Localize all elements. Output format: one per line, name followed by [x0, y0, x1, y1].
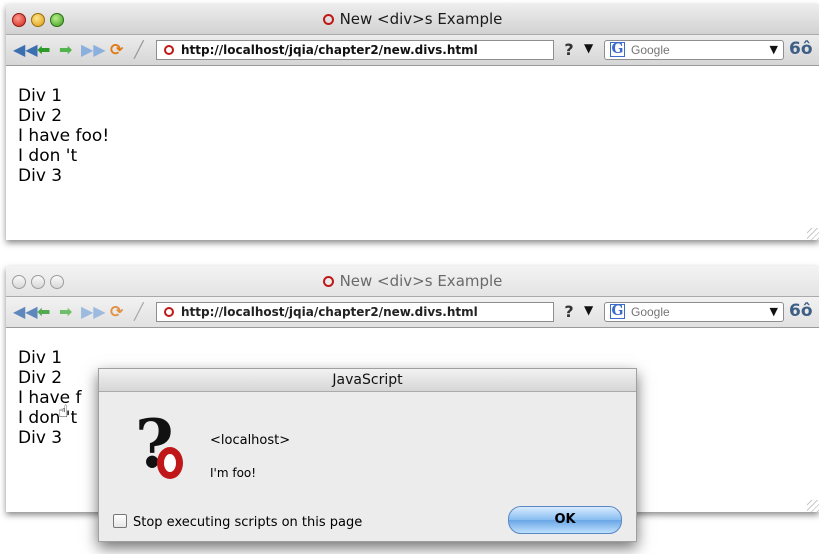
javascript-alert-dialog: JavaScript ? <localhost> I'm foo! Stop e… — [98, 368, 637, 542]
navigation-toolbar: ◀◀ ⬅ ➡ ▶▶ ⟳ ╱ http://localhost/jqia/chap… — [6, 35, 819, 66]
forward-arrow-icon[interactable]: ➡ — [59, 41, 72, 59]
search-input[interactable] — [631, 43, 761, 57]
browser-window-1: New <div>s Example ◀◀ ⬅ ➡ ▶▶ ⟳ ╱ http://… — [6, 4, 819, 240]
dialog-title: JavaScript — [332, 372, 403, 388]
opera-page-icon — [322, 14, 334, 25]
search-engine-dropdown-icon[interactable]: ▼ — [770, 43, 778, 56]
checkbox-box[interactable] — [113, 514, 127, 528]
div-line: I have f — [18, 388, 82, 408]
resize-grip[interactable] — [807, 228, 819, 240]
edit-pencil-icon[interactable]: ╱ — [134, 41, 144, 59]
edit-pencil-icon[interactable]: ╱ — [134, 303, 144, 321]
back-arrow-icon[interactable]: ⬅ — [37, 303, 50, 321]
div-line: I don 't — [18, 408, 78, 428]
search-input[interactable] — [631, 305, 761, 319]
div-line: Div 3 — [18, 428, 63, 448]
div-line: I don 't — [18, 146, 78, 166]
address-url[interactable]: http://localhost/jqia/chapter2/new.divs.… — [181, 43, 478, 57]
stop-scripts-checkbox[interactable]: Stop executing scripts on this page — [113, 514, 362, 530]
chevron-down-icon[interactable]: ▼ — [584, 303, 593, 317]
question-opera-icon: ? — [135, 411, 195, 487]
address-bar[interactable]: http://localhost/jqia/chapter2/new.divs.… — [156, 302, 554, 322]
fast-forward-icon[interactable]: ▶▶ — [81, 303, 106, 321]
forward-arrow-icon[interactable]: ➡ — [59, 303, 72, 321]
div-line: Div 1 — [18, 86, 63, 106]
back-arrow-icon[interactable]: ⬅ — [37, 41, 50, 59]
search-field[interactable]: G ▼ — [604, 40, 784, 60]
opera-logo-icon — [157, 447, 183, 479]
opera-site-icon — [164, 307, 174, 317]
div-line: I have foo! — [18, 126, 110, 146]
window-title-text: New <div>s Example — [339, 10, 503, 28]
help-button[interactable]: ? — [558, 302, 580, 322]
google-g-icon: G — [610, 41, 625, 57]
div-line: Div 2 — [18, 106, 63, 126]
help-button[interactable]: ? — [558, 40, 580, 60]
rewind-icon[interactable]: ◀◀ — [13, 303, 38, 321]
browser-window-2: New <div>s Example ◀◀ ⬅ ➡ ▶▶ ⟳ ╱ http://… — [6, 266, 819, 542]
ok-button[interactable]: OK — [508, 506, 622, 534]
reload-icon[interactable]: ⟳ — [110, 41, 123, 59]
address-url[interactable]: http://localhost/jqia/chapter2/new.divs.… — [181, 305, 478, 319]
chevron-down-icon[interactable]: ▼ — [584, 41, 593, 55]
google-g-icon: G — [610, 303, 625, 319]
opera-site-icon — [164, 45, 174, 55]
div-line: Div 1 — [18, 348, 63, 368]
div-line: Div 2 — [18, 368, 63, 388]
hand-pointer-cursor-icon: ☝ — [58, 402, 69, 422]
fast-forward-icon[interactable]: ▶▶ — [81, 41, 106, 59]
dialog-host: <localhost> — [210, 433, 291, 448]
rewind-icon[interactable]: ◀◀ — [13, 41, 38, 59]
window-title: New <div>s Example — [6, 10, 819, 28]
opera-page-icon — [322, 276, 334, 287]
search-field[interactable]: G ▼ — [604, 302, 784, 322]
div-list: Div 1 Div 2 I have foo! I don 't Div 3 — [18, 86, 109, 186]
binoculars-icon[interactable]: 6ô — [789, 301, 813, 321]
reload-icon[interactable]: ⟳ — [110, 303, 123, 321]
resize-grip[interactable] — [807, 500, 819, 512]
binoculars-icon[interactable]: 6ô — [789, 39, 813, 59]
title-bar: New <div>s Example — [6, 266, 819, 297]
dialog-message: I'm foo! — [210, 466, 257, 480]
window-title: New <div>s Example — [6, 272, 819, 290]
dialog-title-bar: JavaScript — [99, 369, 636, 392]
window-title-text: New <div>s Example — [339, 272, 503, 290]
stop-scripts-label: Stop executing scripts on this page — [133, 515, 363, 530]
div-line: Div 3 — [18, 166, 63, 186]
address-bar[interactable]: http://localhost/jqia/chapter2/new.divs.… — [156, 40, 554, 60]
navigation-toolbar: ◀◀ ⬅ ➡ ▶▶ ⟳ ╱ http://localhost/jqia/chap… — [6, 297, 819, 328]
page-content: Div 1 Div 2 I have foo! I don 't Div 3 — [6, 66, 819, 240]
title-bar: New <div>s Example — [6, 4, 819, 35]
div-list: Div 1 Div 2 I have f I don 't Div 3 — [18, 348, 82, 448]
search-engine-dropdown-icon[interactable]: ▼ — [770, 305, 778, 318]
